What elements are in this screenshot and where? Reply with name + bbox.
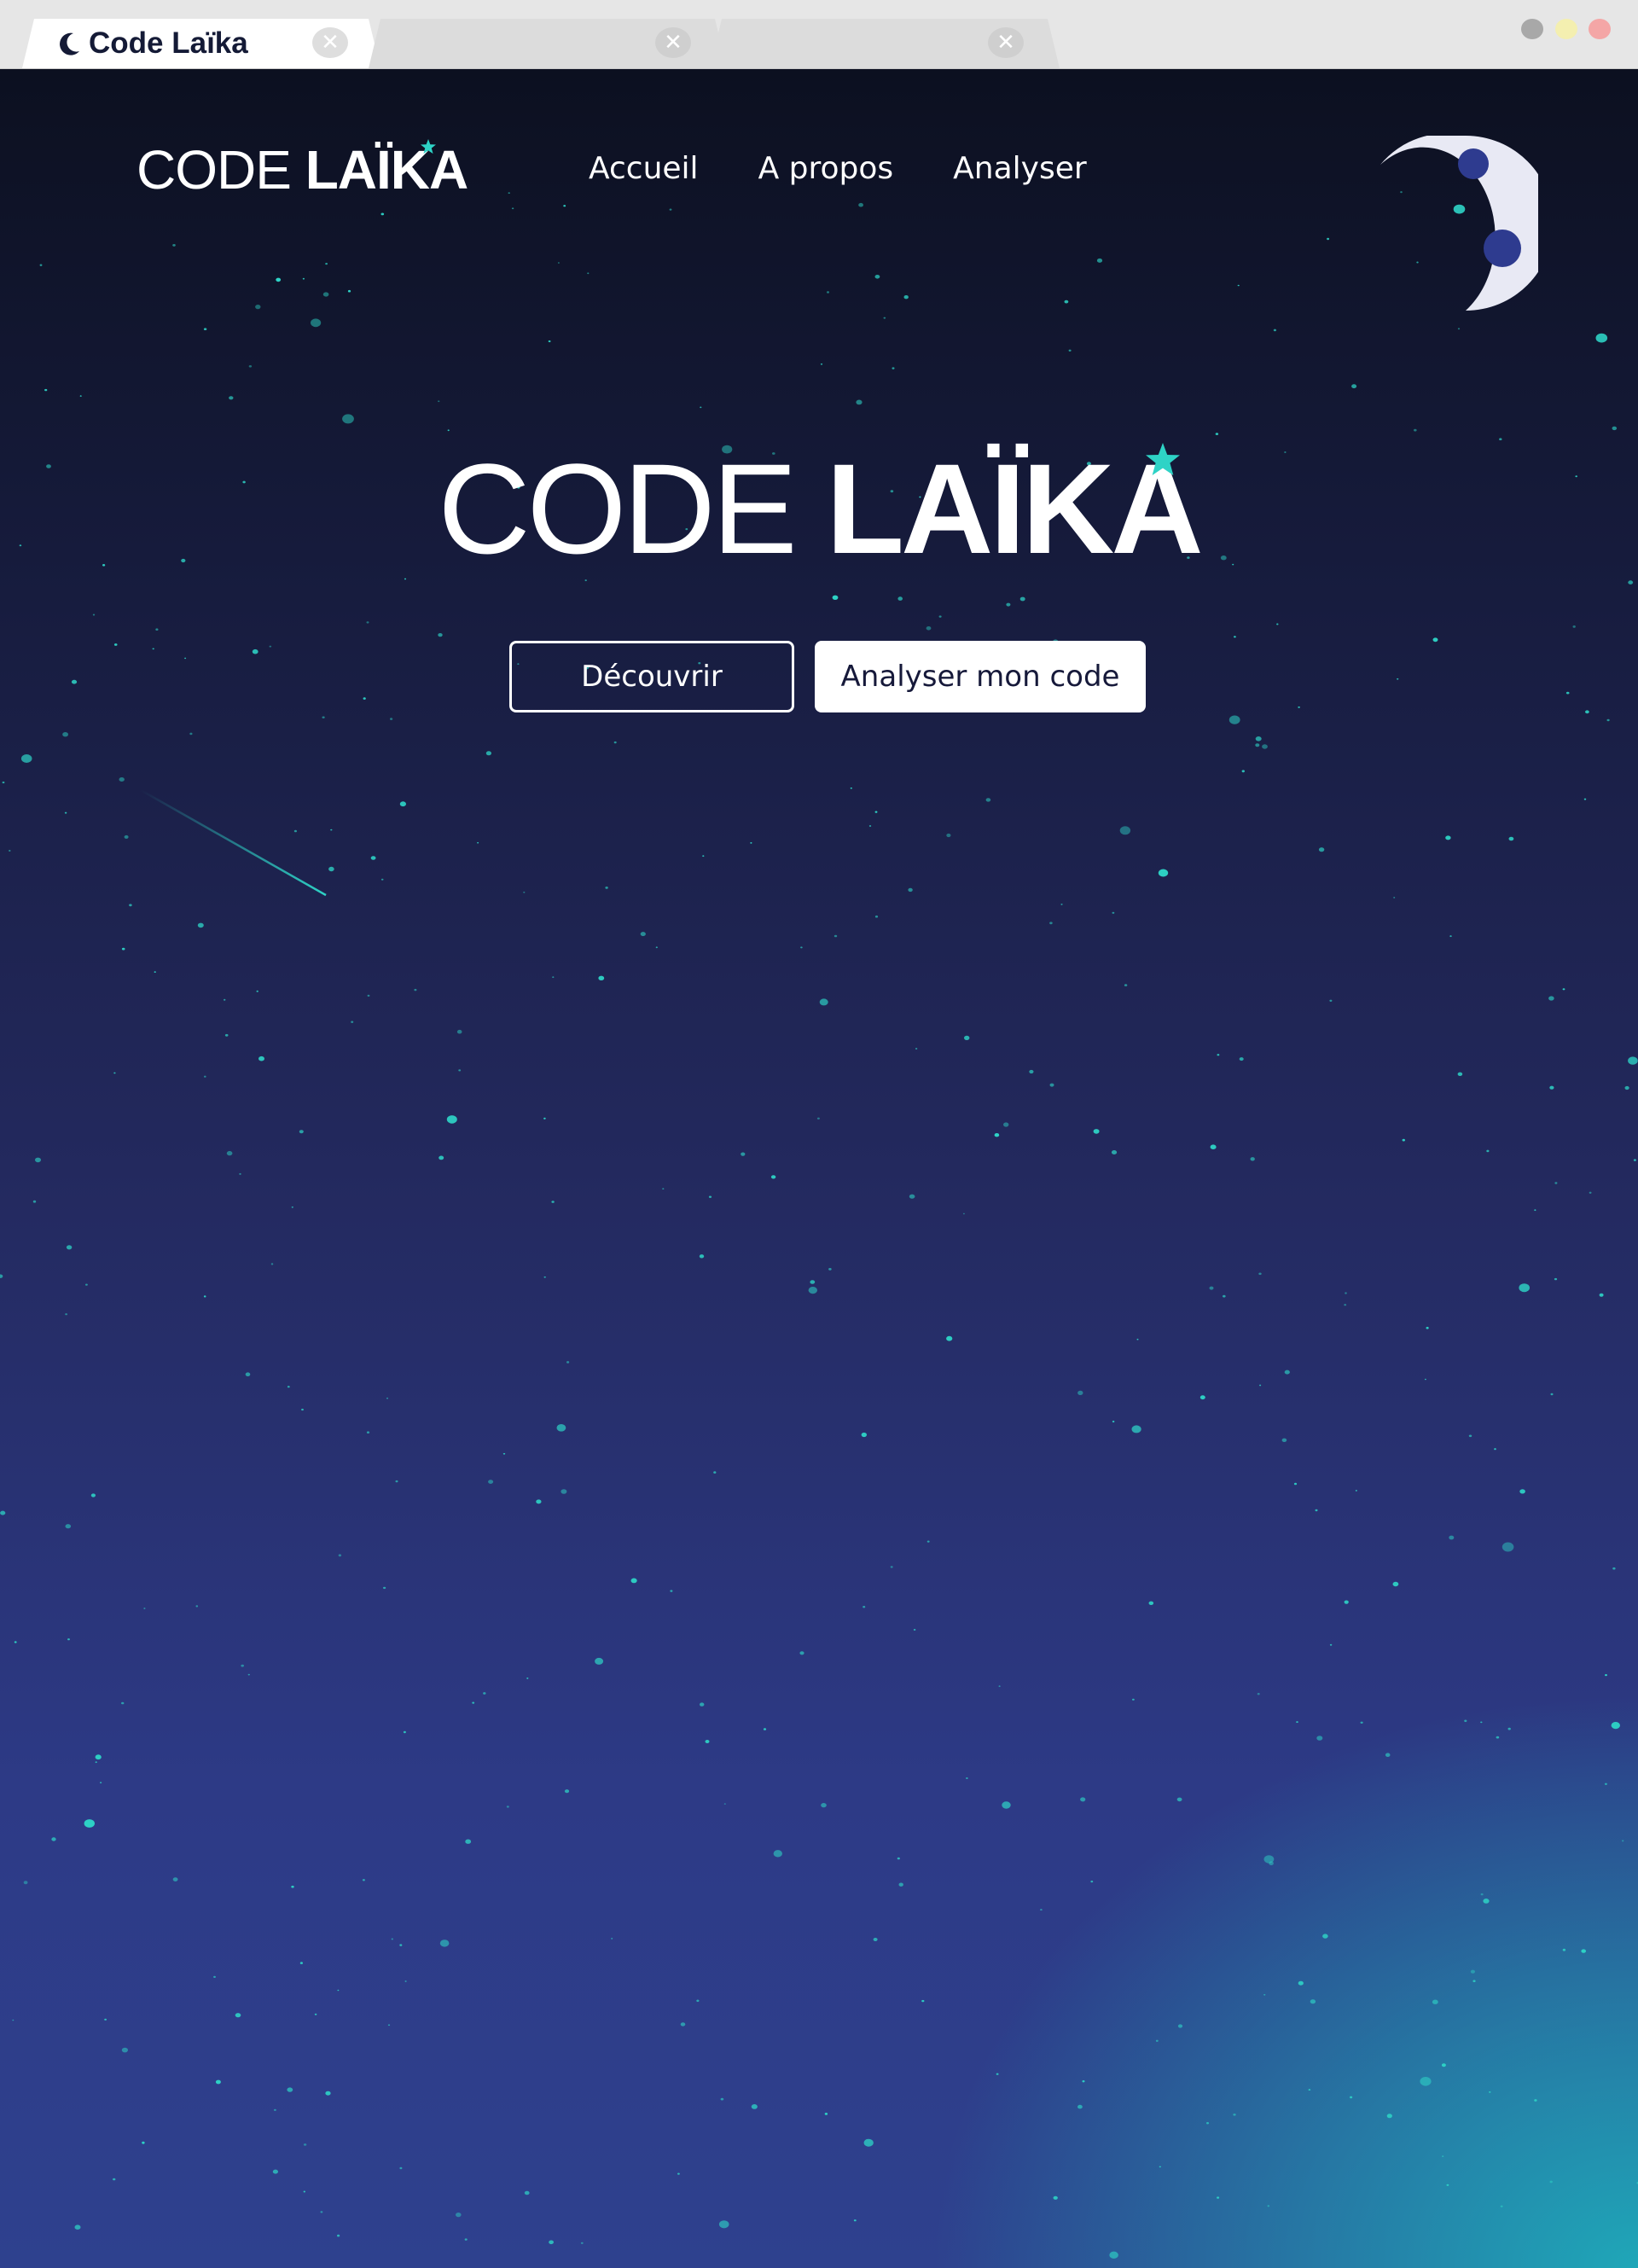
nav-accueil[interactable]: Accueil	[589, 148, 699, 190]
tab-empty[interactable]: ✕	[369, 19, 727, 68]
tab-empty[interactable]: ✕	[710, 19, 1060, 68]
moon-icon[interactable]	[1380, 136, 1538, 311]
shooting-star	[140, 788, 327, 897]
nav-analyser[interactable]: Analyser	[953, 148, 1087, 190]
browser-tab-bar: Code Laïka ✕ ✕ ✕	[0, 0, 1638, 69]
page-background: CODE LAÏKA Accueil A propos Analyser COD…	[0, 69, 1638, 2268]
main-nav: Accueil A propos Analyser	[589, 148, 1147, 190]
star-icon	[421, 139, 436, 154]
logo-bold-text: LAÏKA	[305, 139, 469, 201]
tab-title: Code Laïka	[89, 26, 248, 60]
starfield	[0, 191, 1638, 2259]
logo-light-text: CODE	[136, 139, 292, 201]
discover-button[interactable]: Découvrir	[509, 641, 794, 712]
tab-code-laika[interactable]: Code Laïka ✕	[22, 19, 380, 68]
site-logo[interactable]: CODE LAÏKA	[136, 139, 468, 201]
tab-close-icon[interactable]: ✕	[312, 27, 348, 58]
hero-title-light: CODE	[438, 437, 797, 580]
star-icon	[1146, 443, 1180, 475]
hero-title: CODE LAÏKA	[0, 436, 1638, 581]
tab-close-icon[interactable]: ✕	[655, 27, 691, 58]
window-close-button[interactable]	[1589, 19, 1611, 39]
window-minimize-button[interactable]	[1521, 19, 1543, 39]
hero-title-bold: LAÏKA	[826, 437, 1203, 580]
tab-close-icon[interactable]: ✕	[988, 27, 1024, 58]
nav-a-propos[interactable]: A propos	[758, 148, 894, 190]
analyze-code-button[interactable]: Analyser mon code	[815, 641, 1146, 712]
crescent-moon-icon	[56, 31, 82, 56]
window-maximize-button[interactable]	[1555, 19, 1577, 39]
